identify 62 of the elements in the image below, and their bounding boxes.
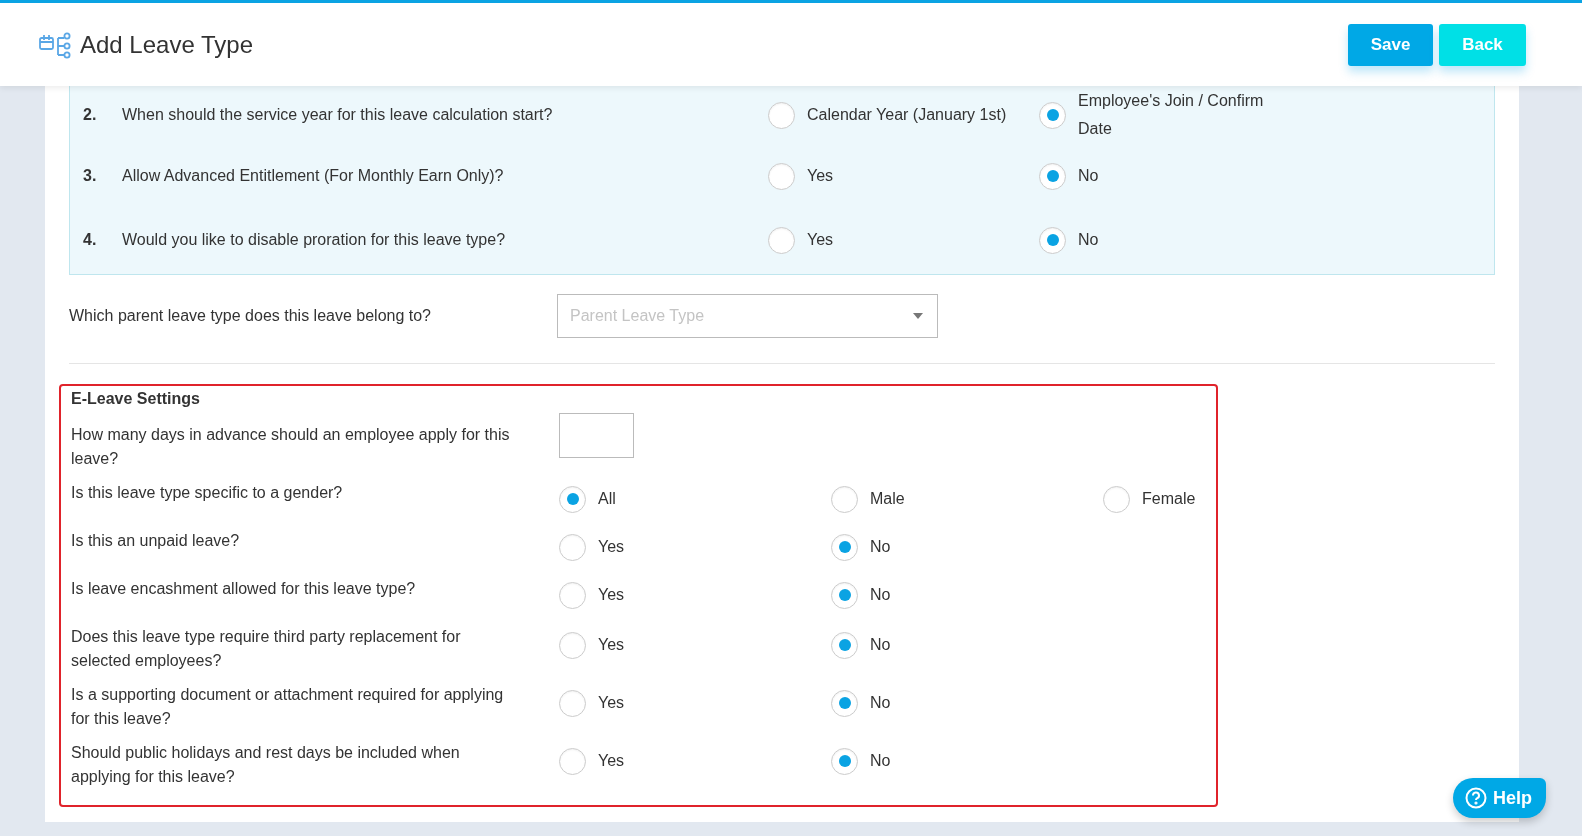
option-label: Female (1142, 489, 1196, 509)
question-mark-icon (1465, 787, 1487, 809)
option-label: Calendar Year (January 1st) (807, 105, 1007, 125)
radio-button[interactable] (768, 162, 795, 190)
option-label: Male (870, 489, 905, 509)
radio-button[interactable] (559, 485, 586, 513)
question-number: 2. (82, 106, 98, 124)
radio-button[interactable] (559, 581, 586, 609)
question-text: Is this leave type specific to a gender? (71, 483, 344, 503)
page-title: Add Leave Type (80, 30, 254, 59)
option-label: No (1078, 166, 1100, 186)
option-label: No (1078, 230, 1100, 250)
radio-button[interactable] (831, 631, 858, 659)
option-label: Yes (598, 635, 625, 655)
radio-button[interactable] (831, 533, 858, 561)
question-number: 4. (82, 231, 98, 249)
question-text: Allow Advanced Entitlement (For Monthly Earn Only)? (122, 167, 504, 184)
option-label: All (598, 489, 616, 509)
question-text: When should the service year for this leave calculation start? (122, 106, 553, 123)
question-text: Is this an unpaid leave? (71, 531, 241, 551)
caret-icon (913, 313, 923, 319)
question-text: Is leave encashment allowed for this leave type? (71, 579, 417, 599)
radio-button[interactable] (831, 747, 858, 775)
radio-button[interactable] (1039, 226, 1066, 254)
option-label: No (870, 537, 891, 557)
option-label: Employee's Join / Confirm Date (1078, 91, 1265, 139)
radio-button[interactable] (831, 581, 858, 609)
radio-button[interactable] (768, 226, 795, 254)
question-number: 3. (82, 167, 98, 185)
radio-button[interactable] (559, 533, 586, 561)
option-label: No (870, 751, 891, 771)
option-label: Yes (807, 166, 835, 186)
question-text: Which parent leave type does this leave belong to? (69, 307, 431, 324)
option-label: Yes (598, 537, 625, 557)
help-button[interactable]: Help (1453, 778, 1546, 818)
section-title: E-Leave Settings (71, 390, 201, 408)
option-label: Yes (807, 230, 835, 250)
radio-button[interactable] (1103, 485, 1130, 513)
option-label: Yes (598, 693, 625, 713)
question-text: Is a supporting document or attachment required for applying for this leave? (71, 685, 505, 729)
question-text: Should public holidays and rest days be included when applying for this leave? (71, 743, 461, 787)
question-text: Would you like to disable proration for this leave type? (122, 231, 506, 248)
question-text: Does this leave type require third party replacement for selected employees? (71, 627, 462, 671)
question-text: How many days in advance should an employee apply for this leave? (71, 425, 511, 469)
radio-button[interactable] (831, 485, 858, 513)
radio-button[interactable] (1039, 101, 1066, 129)
radio-button[interactable] (1039, 162, 1066, 190)
radio-button[interactable] (559, 631, 586, 659)
back-button[interactable]: Back (1439, 23, 1526, 66)
option-label: No (870, 585, 891, 605)
option-label: No (870, 693, 891, 713)
option-label: Yes (598, 585, 625, 605)
calendar-tree-icon (38, 30, 72, 59)
radio-button[interactable] (831, 689, 858, 717)
parent-leave-dropdown[interactable]: Parent Leave Type (557, 294, 938, 338)
radio-button[interactable] (559, 689, 586, 717)
save-button[interactable]: Save (1348, 23, 1433, 66)
option-label: Yes (598, 751, 625, 771)
option-label: No (870, 635, 891, 655)
radio-button[interactable] (559, 747, 586, 775)
radio-button[interactable] (768, 101, 795, 129)
days-input-field[interactable] (559, 413, 634, 458)
